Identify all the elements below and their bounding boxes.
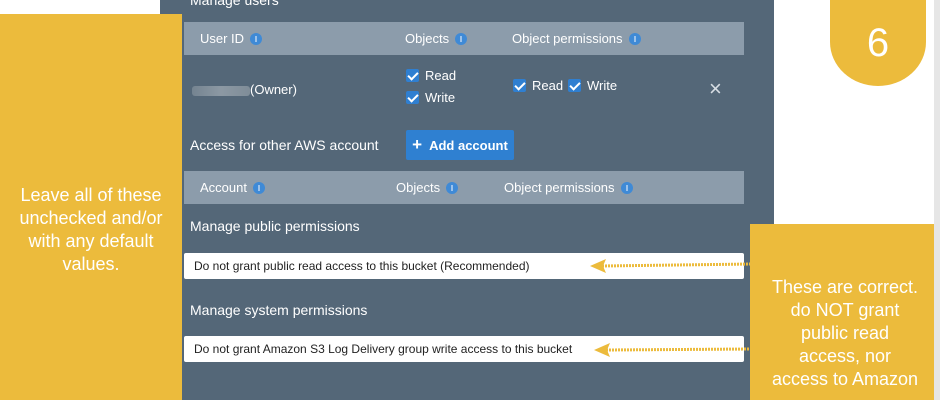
header-object-permissions: Object permissions: [504, 180, 615, 195]
public-permissions-title: Manage public permissions: [190, 218, 360, 234]
info-icon[interactable]: [250, 32, 263, 45]
info-icon[interactable]: [628, 32, 641, 45]
right-annotation-text: These are correct. do NOT grant public r…: [771, 277, 919, 389]
plus-icon: +: [412, 135, 423, 154]
info-icon[interactable]: [252, 181, 265, 194]
header-objects: Objects: [396, 180, 441, 195]
permissions-read-checkbox[interactable]: Read: [513, 78, 563, 93]
manage-users-title: Manage users: [190, 0, 279, 8]
accounts-table-header: Account Objects Object permissions: [184, 171, 744, 204]
right-annotation: These are correct. do NOT grant public r…: [750, 224, 940, 400]
header-object-permissions: Object permissions: [512, 31, 623, 46]
page-edge: [934, 0, 940, 400]
info-icon[interactable]: [620, 181, 633, 194]
add-account-button[interactable]: + Add account: [406, 130, 514, 160]
objects-write-checkbox[interactable]: Write: [406, 90, 455, 105]
header-objects: Objects: [405, 31, 450, 46]
header-user-id: User ID: [200, 31, 245, 46]
redacted-user-id: [192, 86, 250, 96]
checkbox-checked-icon: [568, 79, 581, 92]
info-icon[interactable]: [446, 181, 459, 194]
remove-user-close-icon[interactable]: ×: [709, 76, 722, 102]
left-annotation-text: Leave all of these unchecked and/or with…: [19, 185, 163, 274]
system-permissions-title: Manage system permissions: [190, 302, 368, 318]
checkbox-checked-icon: [513, 79, 526, 92]
other-account-label: Access for other AWS account: [190, 137, 379, 153]
owner-row: (Owner) Read Write Read Write ×: [184, 62, 744, 112]
owner-label: (Owner): [250, 82, 297, 97]
checkbox-checked-icon: [406, 69, 419, 82]
users-table-header: User ID Objects Object permissions: [184, 22, 744, 55]
info-icon[interactable]: [455, 32, 468, 45]
step-number-badge: 6: [830, 0, 926, 86]
left-annotation: Leave all of these unchecked and/or with…: [0, 14, 182, 400]
checkbox-checked-icon: [406, 91, 419, 104]
header-account: Account: [200, 180, 247, 195]
arrow-left-icon: [590, 259, 753, 273]
permissions-write-checkbox[interactable]: Write: [568, 78, 617, 93]
objects-read-checkbox[interactable]: Read: [406, 68, 456, 83]
arrow-left-icon: [594, 343, 753, 357]
